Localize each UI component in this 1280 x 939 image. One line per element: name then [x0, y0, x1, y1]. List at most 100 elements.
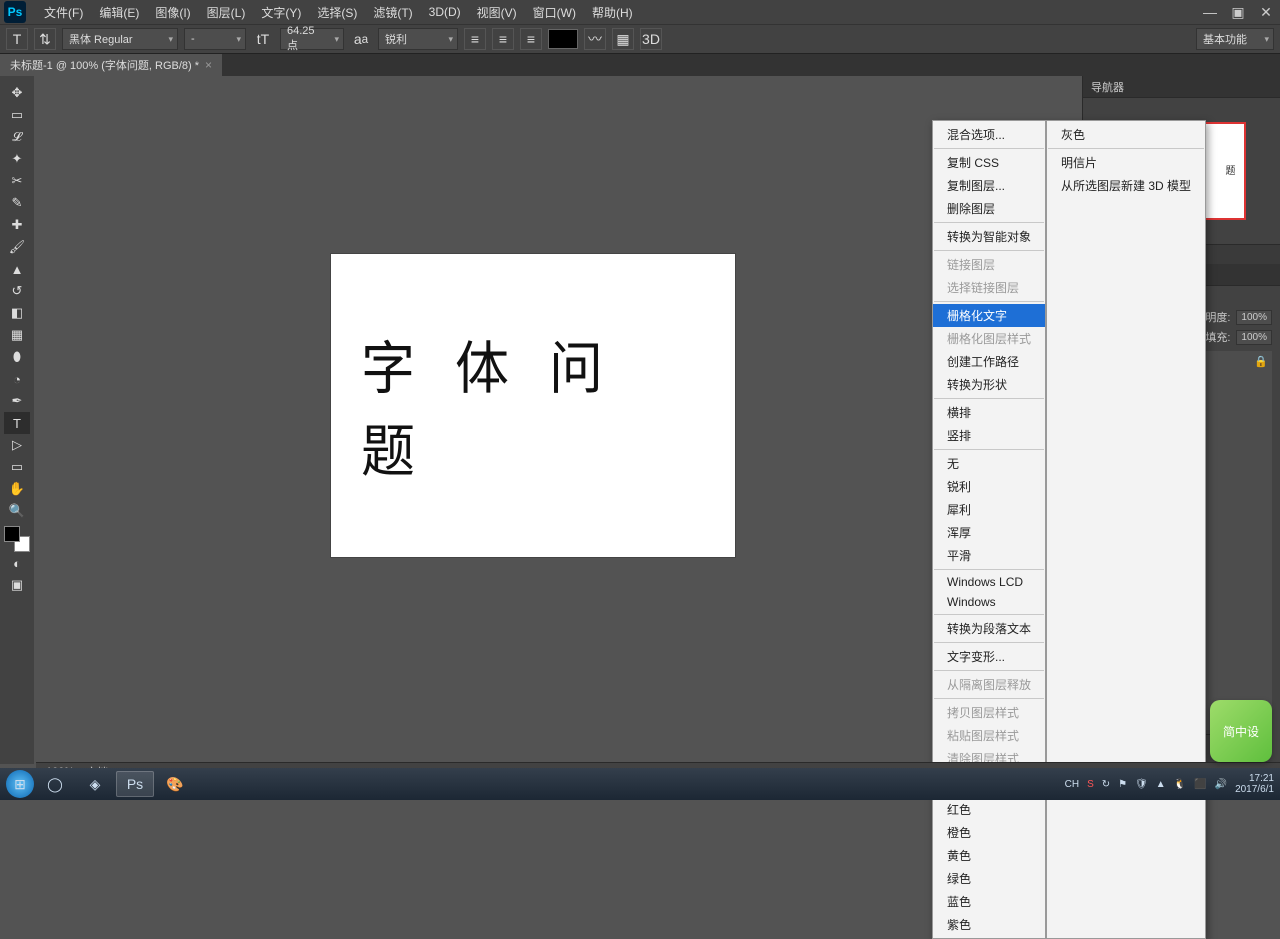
- quickmask-button[interactable]: ◐: [4, 552, 30, 574]
- workspace-dropdown[interactable]: 基本功能: [1196, 28, 1274, 50]
- tray-icon[interactable]: ▲: [1156, 779, 1166, 790]
- menu-window[interactable]: 窗口(W): [525, 0, 584, 24]
- context-menu-item[interactable]: 创建工作路径: [933, 350, 1045, 373]
- tray-icon[interactable]: ⬛: [1194, 779, 1206, 790]
- menu-type[interactable]: 文字(Y): [253, 0, 309, 24]
- context-menu-item[interactable]: Windows: [933, 592, 1045, 612]
- screenmode-button[interactable]: ▣: [4, 574, 30, 596]
- context-menu-item[interactable]: 平滑: [933, 544, 1045, 567]
- context-menu-item[interactable]: Windows LCD: [933, 572, 1045, 592]
- lock-icon[interactable]: 🔒: [1254, 355, 1268, 368]
- tray-icon[interactable]: ↻: [1102, 779, 1110, 790]
- character-panel-button[interactable]: ▦: [612, 28, 634, 50]
- menu-image[interactable]: 图像(I): [147, 0, 198, 24]
- align-right-button[interactable]: ≡: [520, 28, 542, 50]
- align-center-button[interactable]: ≡: [492, 28, 514, 50]
- taskbar-explorer[interactable]: ◯: [36, 771, 74, 797]
- context-menu-item[interactable]: 犀利: [933, 498, 1045, 521]
- context-menu-item[interactable]: 紫色: [933, 913, 1045, 936]
- text-orientation-button[interactable]: ⇅: [34, 28, 56, 50]
- context-menu-item[interactable]: 浑厚: [933, 521, 1045, 544]
- lasso-tool[interactable]: 𝓛: [4, 126, 30, 148]
- menu-select[interactable]: 选择(S): [309, 0, 365, 24]
- shape-tool[interactable]: ▭: [4, 456, 30, 478]
- document-tab[interactable]: 未标题-1 @ 100% (字体问题, RGB/8) * ×: [0, 54, 222, 76]
- context-menu-item[interactable]: 橙色: [933, 821, 1045, 844]
- context-menu-item[interactable]: 明信片: [1047, 151, 1205, 174]
- fill-value[interactable]: 100%: [1236, 330, 1272, 345]
- tray-icon[interactable]: 🐧: [1174, 779, 1186, 790]
- history-brush-tool[interactable]: ↺: [4, 280, 30, 302]
- eyedropper-tool[interactable]: ✎: [4, 192, 30, 214]
- context-menu-item[interactable]: 锐利: [933, 475, 1045, 498]
- tray-icon[interactable]: 🛡: [1135, 779, 1148, 790]
- start-button[interactable]: ⊞: [6, 770, 34, 798]
- context-menu-item[interactable]: 无: [933, 452, 1045, 475]
- text-color-swatch[interactable]: [548, 29, 578, 49]
- close-button[interactable]: ✕: [1252, 2, 1280, 22]
- healing-tool[interactable]: ✚: [4, 214, 30, 236]
- crop-tool[interactable]: ✂: [4, 170, 30, 192]
- canvas[interactable]: 字体问题: [331, 254, 735, 557]
- menu-3d[interactable]: 3D(D): [421, 0, 469, 24]
- context-menu-item[interactable]: 从所选图层新建 3D 模型: [1047, 174, 1205, 197]
- hand-tool[interactable]: ✋: [4, 478, 30, 500]
- type-tool[interactable]: T: [4, 412, 30, 434]
- context-menu-item[interactable]: 复制 CSS: [933, 151, 1045, 174]
- context-menu-item[interactable]: 转换为智能对象: [933, 225, 1045, 248]
- menu-file[interactable]: 文件(F): [36, 0, 91, 24]
- taskbar-photoshop[interactable]: Ps: [116, 771, 154, 797]
- context-menu-item[interactable]: 灰色: [1047, 123, 1205, 146]
- context-menu-item[interactable]: 复制图层...: [933, 174, 1045, 197]
- antialias-dropdown[interactable]: 锐利: [378, 28, 458, 50]
- foreground-swatch[interactable]: [4, 526, 20, 542]
- context-menu-item[interactable]: 混合选项...: [933, 123, 1045, 146]
- dodge-tool[interactable]: ◔: [4, 368, 30, 390]
- taskbar-paint[interactable]: 🎨: [156, 771, 194, 797]
- menu-help[interactable]: 帮助(H): [584, 0, 641, 24]
- context-menu-item[interactable]: 黄色: [933, 844, 1045, 867]
- context-menu-item[interactable]: 文字变形...: [933, 645, 1045, 668]
- marquee-tool[interactable]: ▭: [4, 104, 30, 126]
- menu-edit[interactable]: 编辑(E): [91, 0, 147, 24]
- minimize-button[interactable]: —: [1196, 2, 1224, 22]
- context-menu-item[interactable]: 栅格化文字: [933, 304, 1045, 327]
- align-left-button[interactable]: ≡: [464, 28, 486, 50]
- tool-preset-icon[interactable]: T: [6, 28, 28, 50]
- menu-layer[interactable]: 图层(L): [199, 0, 254, 24]
- 3d-button[interactable]: 3D: [640, 28, 662, 50]
- menu-filter[interactable]: 滤镜(T): [365, 0, 420, 24]
- taskbar-browser[interactable]: ◈: [76, 771, 114, 797]
- context-menu-item[interactable]: 绿色: [933, 867, 1045, 890]
- zoom-tool[interactable]: 🔍: [4, 500, 30, 522]
- context-menu-item[interactable]: 删除图层: [933, 197, 1045, 220]
- close-tab-icon[interactable]: ×: [205, 58, 212, 72]
- font-family-dropdown[interactable]: 黑体 Regular: [62, 28, 178, 50]
- context-menu-item[interactable]: 竖排: [933, 424, 1045, 447]
- tray-icon[interactable]: S: [1087, 779, 1094, 790]
- pen-tool[interactable]: ✒: [4, 390, 30, 412]
- context-menu-item[interactable]: 横排: [933, 401, 1045, 424]
- tray-icon[interactable]: ⚑: [1118, 779, 1127, 790]
- brush-tool[interactable]: 🖌: [4, 236, 30, 258]
- path-select-tool[interactable]: ▷: [4, 434, 30, 456]
- magic-wand-tool[interactable]: ✦: [4, 148, 30, 170]
- maximize-button[interactable]: ▣: [1224, 2, 1252, 22]
- font-size-dropdown[interactable]: 64.25 点: [280, 28, 344, 50]
- canvas-area[interactable]: 字体问题: [34, 76, 1082, 764]
- warp-text-button[interactable]: 〰: [584, 28, 606, 50]
- context-menu-item[interactable]: 转换为段落文本: [933, 617, 1045, 640]
- font-style-dropdown[interactable]: -: [184, 28, 246, 50]
- menu-view[interactable]: 视图(V): [469, 0, 525, 24]
- context-menu-item[interactable]: 转换为形状: [933, 373, 1045, 396]
- opacity-value[interactable]: 100%: [1236, 310, 1272, 325]
- move-tool[interactable]: ✥: [4, 82, 30, 104]
- gradient-tool[interactable]: ▦: [4, 324, 30, 346]
- lang-indicator[interactable]: CH: [1065, 779, 1079, 790]
- eraser-tool[interactable]: ◧: [4, 302, 30, 324]
- context-menu-item[interactable]: 蓝色: [933, 890, 1045, 913]
- taskbar-clock[interactable]: 17:21 2017/6/1: [1235, 773, 1274, 795]
- navigator-panel-tab[interactable]: 导航器: [1083, 76, 1280, 98]
- tray-icon[interactable]: 🔊: [1215, 779, 1227, 790]
- blur-tool[interactable]: ⬮: [4, 346, 30, 368]
